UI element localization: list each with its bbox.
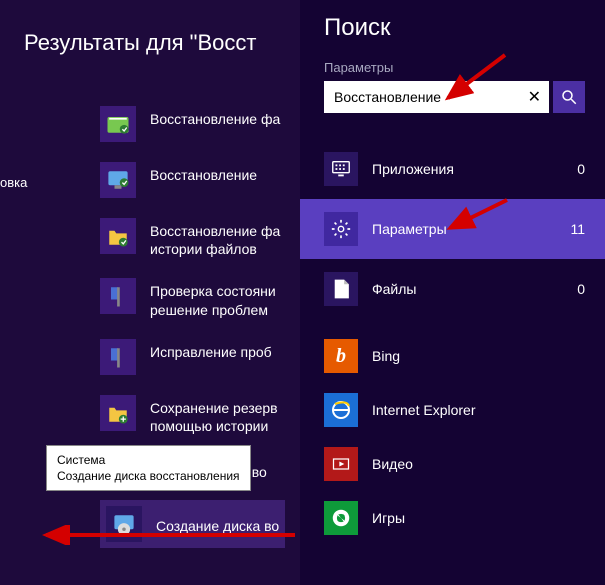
app-label: Видео bbox=[372, 456, 585, 472]
clear-icon[interactable]: ✕ bbox=[528, 87, 541, 107]
gear-icon bbox=[324, 212, 358, 246]
scope-apps[interactable]: Приложения 0 bbox=[300, 139, 605, 199]
scope-count: 0 bbox=[577, 161, 585, 177]
result-label: Восстановление фа истории файлов bbox=[150, 218, 280, 258]
app-label: Internet Explorer bbox=[372, 402, 585, 418]
page-title: Результаты для "Восст bbox=[24, 30, 300, 56]
search-input[interactable] bbox=[324, 81, 549, 113]
scope-label: Файлы bbox=[372, 281, 563, 297]
app-label: Bing bbox=[372, 348, 585, 364]
result-label: Сохранение резерв помощью истории bbox=[150, 395, 278, 435]
search-row: ✕ bbox=[324, 81, 585, 113]
app-video[interactable]: Видео bbox=[300, 437, 605, 491]
app-games[interactable]: Игры bbox=[300, 491, 605, 545]
result-label: Исправление проб bbox=[150, 339, 272, 361]
search-input-wrap: ✕ bbox=[324, 81, 549, 113]
result-label: Создание диска во bbox=[156, 513, 279, 535]
tooltip-line: Система bbox=[57, 452, 240, 468]
result-label: Восстановление bbox=[150, 162, 257, 184]
results-panel: Результаты для "Восст овка Восстановлени… bbox=[0, 0, 300, 585]
result-item[interactable]: Проверка состояни решение проблем bbox=[0, 268, 300, 328]
search-button[interactable] bbox=[553, 81, 585, 113]
file-icon bbox=[324, 272, 358, 306]
result-label: Восстановление фа bbox=[150, 106, 280, 128]
scope-settings[interactable]: Параметры 11 bbox=[300, 199, 605, 259]
scope-label: Параметры bbox=[372, 221, 556, 237]
result-label: Проверка состояни решение проблем bbox=[150, 278, 276, 318]
app-list: b Bing Internet Explorer Видео Игры bbox=[300, 329, 605, 545]
search-heading: Поиск bbox=[324, 14, 605, 42]
fix-icon bbox=[100, 339, 136, 375]
truncated-text: овка bbox=[0, 175, 27, 190]
scope-files[interactable]: Файлы 0 bbox=[300, 259, 605, 319]
apps-icon bbox=[324, 152, 358, 186]
scope-label: Приложения bbox=[372, 161, 563, 177]
app-ie[interactable]: Internet Explorer bbox=[300, 383, 605, 437]
result-item[interactable]: Восстановление фа bbox=[0, 96, 300, 152]
app-bing[interactable]: b Bing bbox=[300, 329, 605, 383]
search-panel: Поиск Параметры ✕ Приложения 0 Параметры… bbox=[300, 0, 605, 585]
restore-files-icon bbox=[100, 106, 136, 142]
result-item[interactable]: Восстановление bbox=[0, 152, 300, 208]
search-icon bbox=[560, 88, 578, 106]
result-item[interactable]: Создание диска во bbox=[100, 500, 285, 548]
app-label: Игры bbox=[372, 510, 585, 526]
scope-list: Приложения 0 Параметры 11 Файлы 0 bbox=[300, 139, 605, 319]
ie-icon bbox=[324, 393, 358, 427]
games-icon bbox=[324, 501, 358, 535]
video-icon bbox=[324, 447, 358, 481]
recovery-icon bbox=[100, 162, 136, 198]
result-item[interactable]: Сохранение резерв помощью истории bbox=[0, 385, 300, 445]
troubleshoot-icon bbox=[100, 278, 136, 314]
recovery-disc-icon bbox=[106, 506, 142, 542]
bing-icon: b bbox=[324, 339, 358, 373]
backup-icon bbox=[100, 395, 136, 431]
tooltip-line: Создание диска восстановления bbox=[57, 468, 240, 484]
result-item[interactable]: Исправление проб bbox=[0, 329, 300, 385]
scope-count: 0 bbox=[577, 281, 585, 297]
file-history-icon bbox=[100, 218, 136, 254]
scope-count: 11 bbox=[570, 221, 585, 237]
result-item[interactable]: Восстановление фа истории файлов bbox=[0, 208, 300, 268]
tooltip: Система Создание диска восстановления bbox=[46, 445, 251, 491]
search-scope-label: Параметры bbox=[324, 60, 605, 75]
